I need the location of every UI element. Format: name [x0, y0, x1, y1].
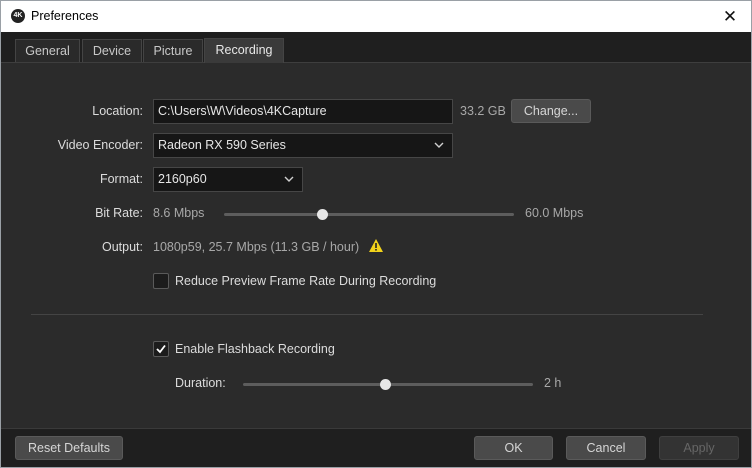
reduce-preview-checkbox[interactable] [153, 273, 169, 289]
reduce-preview-label: Reduce Preview Frame Rate During Recordi… [175, 274, 437, 288]
video-encoder-value: Radeon RX 590 Series [158, 138, 286, 152]
change-location-button[interactable]: Change... [511, 99, 591, 123]
ok-button[interactable]: OK [474, 436, 553, 460]
bit-rate-label: Bit Rate: [95, 206, 143, 220]
format-label: Format: [99, 172, 143, 186]
tab-recording[interactable]: Recording [204, 38, 284, 63]
chevron-down-icon [434, 142, 444, 148]
location-label: Location: [92, 104, 143, 118]
reset-defaults-button[interactable]: Reset Defaults [15, 436, 123, 460]
video-encoder-select[interactable]: Radeon RX 590 Series [153, 133, 453, 158]
tab-picture[interactable]: Picture [143, 39, 203, 62]
flashback-checkbox[interactable] [153, 341, 169, 357]
tab-general[interactable]: General [15, 39, 80, 62]
duration-label: Duration: [175, 376, 226, 390]
checkmark-icon [156, 344, 166, 354]
format-value: 2160p60 [158, 172, 207, 186]
location-input[interactable]: C:\Users\W\Videos\4KCapture [153, 99, 453, 124]
video-encoder-label: Video Encoder: [57, 138, 143, 152]
bit-rate-slider[interactable] [224, 209, 514, 220]
free-space-value: 33.2 GB [460, 104, 506, 118]
warning-icon [369, 239, 383, 252]
duration-value: 2 h [544, 376, 562, 390]
output-value: 1080p59, 25.7 Mbps (11.3 GB / hour) [153, 240, 360, 254]
bit-rate-min-value: 8.6 Mbps [153, 206, 205, 220]
preferences-window: 4K Preferences ✕ General Device Picture … [0, 0, 752, 468]
duration-slider[interactable] [243, 379, 533, 390]
close-icon[interactable]: ✕ [709, 1, 751, 32]
app-icon: 4K [11, 9, 25, 23]
dialog-footer: Reset Defaults OK Cancel Apply [1, 428, 751, 467]
bit-rate-max-value: 60.0 Mbps [525, 206, 584, 220]
cancel-button[interactable]: Cancel [566, 436, 646, 460]
format-select[interactable]: 2160p60 [153, 167, 303, 192]
section-divider [31, 314, 703, 315]
chevron-down-icon [284, 176, 294, 182]
duration-slider-thumb[interactable] [379, 379, 391, 390]
recording-panel: Location: C:\Users\W\Videos\4KCapture 33… [1, 63, 751, 429]
apply-button[interactable]: Apply [659, 436, 739, 460]
tab-bar: General Device Picture Recording [1, 32, 751, 63]
flashback-label: Enable Flashback Recording [175, 342, 335, 356]
title-bar: 4K Preferences ✕ [1, 1, 751, 32]
bit-rate-slider-thumb[interactable] [317, 209, 329, 220]
tab-device[interactable]: Device [82, 39, 142, 62]
output-label: Output: [102, 240, 143, 254]
window-title: Preferences [31, 9, 99, 23]
